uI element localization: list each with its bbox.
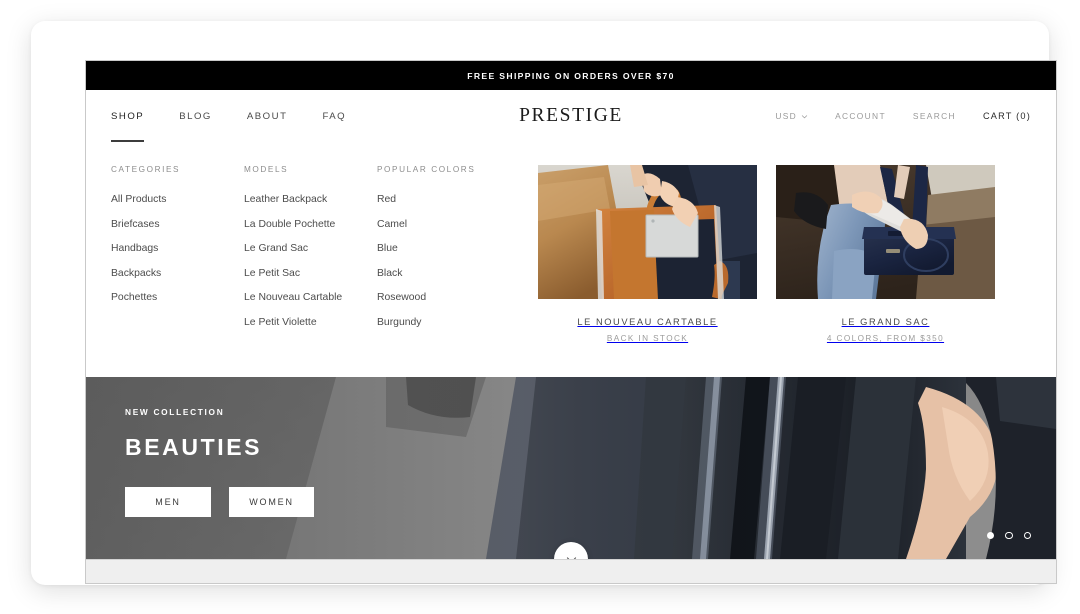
cart-link[interactable]: CART (0) bbox=[983, 111, 1031, 121]
column-heading: MODELS bbox=[244, 165, 377, 174]
chevron-down-icon bbox=[565, 553, 578, 560]
search-link[interactable]: SEARCH bbox=[913, 111, 956, 121]
menu-link[interactable]: Leather Backpack bbox=[244, 193, 377, 206]
menu-link[interactable]: Blue bbox=[377, 242, 510, 255]
shop-women-button[interactable]: WOMEN bbox=[229, 487, 314, 517]
browser-card: FREE SHIPPING ON ORDERS OVER $70 SHOP BL… bbox=[31, 21, 1049, 585]
menu-link[interactable]: Le Grand Sac bbox=[244, 242, 377, 255]
nav-item-about[interactable]: ABOUT bbox=[247, 90, 288, 142]
menu-link[interactable]: Le Nouveau Cartable bbox=[244, 291, 377, 304]
nav-item-shop[interactable]: SHOP bbox=[111, 90, 144, 142]
menu-link[interactable]: Burgundy bbox=[377, 316, 510, 329]
announcement-text: FREE SHIPPING ON ORDERS OVER $70 bbox=[467, 71, 674, 81]
menu-link[interactable]: Briefcases bbox=[111, 218, 244, 231]
column-heading: POPULAR COLORS bbox=[377, 165, 510, 174]
column-heading: CATEGORIES bbox=[111, 165, 244, 174]
hero-eyebrow: NEW COLLECTION bbox=[125, 407, 314, 417]
featured-product-card[interactable]: LE NOUVEAU CARTABLE BACK IN STOCK bbox=[538, 165, 757, 343]
hero-content: NEW COLLECTION BEAUTIES MEN WOMEN bbox=[125, 407, 314, 517]
hero-banner: NEW COLLECTION BEAUTIES MEN WOMEN bbox=[86, 377, 1056, 559]
shop-mega-menu: CATEGORIES All Products Briefcases Handb… bbox=[86, 142, 1056, 377]
chevron-down-icon bbox=[801, 113, 808, 120]
product-image bbox=[538, 165, 757, 299]
menu-link[interactable]: La Double Pochette bbox=[244, 218, 377, 231]
product-subtitle: 4 COLORS, FROM $350 bbox=[776, 334, 995, 343]
nav-item-blog[interactable]: BLOG bbox=[179, 90, 212, 142]
menu-link[interactable]: Red bbox=[377, 193, 510, 206]
menu-column-models: MODELS Leather Backpack La Double Pochet… bbox=[244, 165, 377, 343]
site-header: SHOP BLOG ABOUT FAQ PRESTIGE USD ACCOUNT… bbox=[86, 90, 1056, 142]
hero-title: BEAUTIES bbox=[125, 434, 314, 461]
carousel-dot-1[interactable] bbox=[987, 532, 995, 540]
currency-label: USD bbox=[775, 111, 797, 121]
menu-link[interactable]: All Products bbox=[111, 193, 244, 206]
announcement-bar: FREE SHIPPING ON ORDERS OVER $70 bbox=[86, 61, 1056, 90]
utility-nav: USD ACCOUNT SEARCH CART (0) bbox=[775, 111, 1031, 121]
menu-link[interactable]: Le Petit Violette bbox=[244, 316, 377, 329]
menu-link[interactable]: Le Petit Sac bbox=[244, 267, 377, 280]
carousel-dot-3[interactable] bbox=[1024, 532, 1032, 540]
footer-strip bbox=[86, 559, 1056, 584]
menu-link[interactable]: Pochettes bbox=[111, 291, 244, 304]
product-image bbox=[776, 165, 995, 299]
menu-link[interactable]: Camel bbox=[377, 218, 510, 231]
product-subtitle: BACK IN STOCK bbox=[538, 334, 757, 343]
product-title: LE GRAND SAC bbox=[776, 317, 995, 327]
page-viewport: FREE SHIPPING ON ORDERS OVER $70 SHOP BL… bbox=[85, 60, 1057, 584]
menu-featured-products: LE NOUVEAU CARTABLE BACK IN STOCK bbox=[538, 165, 995, 343]
shop-men-button[interactable]: MEN bbox=[125, 487, 211, 517]
menu-column-colors: POPULAR COLORS Red Camel Blue Black Rose… bbox=[377, 165, 510, 343]
nav-item-faq[interactable]: FAQ bbox=[322, 90, 346, 142]
menu-link[interactable]: Black bbox=[377, 267, 510, 280]
menu-link[interactable]: Backpacks bbox=[111, 267, 244, 280]
hero-cta-group: MEN WOMEN bbox=[125, 487, 314, 517]
featured-product-card[interactable]: LE GRAND SAC 4 COLORS, FROM $350 bbox=[776, 165, 995, 343]
account-link[interactable]: ACCOUNT bbox=[835, 111, 886, 121]
carousel-dots bbox=[987, 532, 1032, 540]
product-title: LE NOUVEAU CARTABLE bbox=[538, 317, 757, 327]
primary-nav: SHOP BLOG ABOUT FAQ bbox=[111, 90, 346, 142]
carousel-dot-2[interactable] bbox=[1005, 532, 1013, 540]
menu-column-categories: CATEGORIES All Products Briefcases Handb… bbox=[111, 165, 244, 343]
currency-selector[interactable]: USD bbox=[775, 111, 808, 121]
menu-link[interactable]: Rosewood bbox=[377, 291, 510, 304]
menu-link[interactable]: Handbags bbox=[111, 242, 244, 255]
